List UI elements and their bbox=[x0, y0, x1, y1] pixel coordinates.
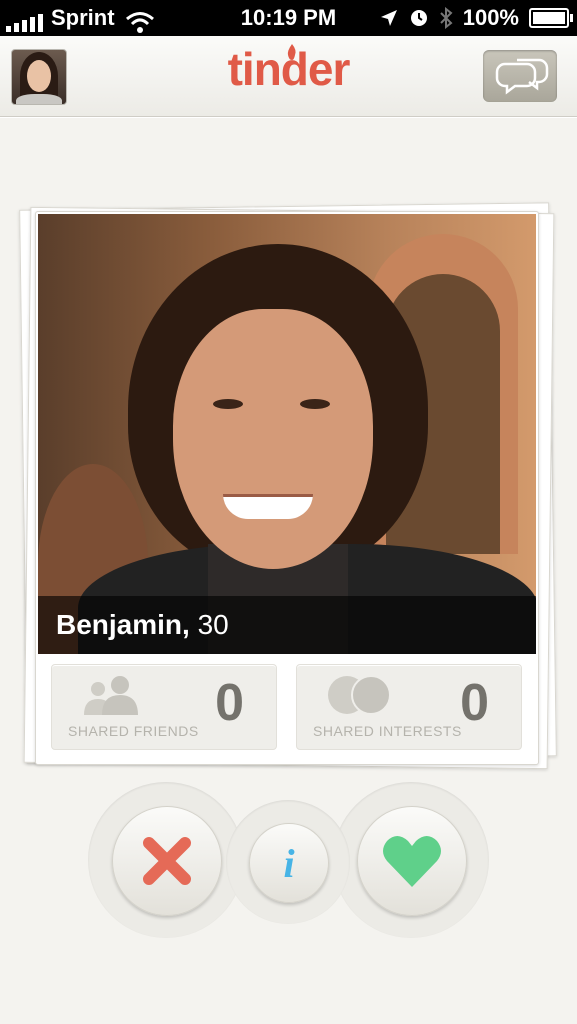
profile-card[interactable]: Benjamin, 30 0 SHARED FRIENDS 0 SHARED I… bbox=[35, 211, 539, 765]
interests-circles-icon bbox=[328, 675, 391, 715]
shared-friends-label: SHARED FRIENDS bbox=[68, 723, 199, 739]
flame-icon bbox=[287, 44, 296, 60]
dislike-button[interactable] bbox=[112, 806, 222, 916]
shared-friends-box[interactable]: 0 SHARED FRIENDS bbox=[51, 664, 277, 750]
chat-bubbles-icon bbox=[495, 58, 549, 95]
app-header: tinder bbox=[0, 36, 577, 117]
battery-icon bbox=[529, 8, 573, 28]
info-icon: i bbox=[283, 840, 295, 886]
status-bar: Sprint 10:19 PM 100% bbox=[0, 0, 577, 36]
people-icon bbox=[84, 676, 138, 715]
shared-interests-count: 0 bbox=[460, 674, 489, 732]
profile-age: 30 bbox=[197, 609, 229, 640]
x-icon bbox=[143, 837, 191, 885]
profile-name-bar: Benjamin, 30 bbox=[38, 596, 536, 654]
shared-interests-label: SHARED INTERESTS bbox=[313, 723, 462, 739]
alarm-icon bbox=[410, 10, 427, 26]
heart-icon bbox=[383, 836, 441, 887]
info-button[interactable]: i bbox=[249, 823, 329, 903]
shared-interests-box[interactable]: 0 SHARED INTERESTS bbox=[296, 664, 522, 750]
chat-button[interactable] bbox=[483, 50, 557, 102]
battery-percent: 100% bbox=[462, 5, 519, 30]
profile-name: Benjamin, bbox=[56, 609, 190, 640]
location-icon bbox=[380, 10, 397, 26]
profile-photo[interactable]: Benjamin, 30 bbox=[38, 214, 536, 654]
bluetooth-icon bbox=[440, 7, 453, 29]
shared-friends-count: 0 bbox=[215, 674, 244, 732]
like-button[interactable] bbox=[357, 806, 467, 916]
